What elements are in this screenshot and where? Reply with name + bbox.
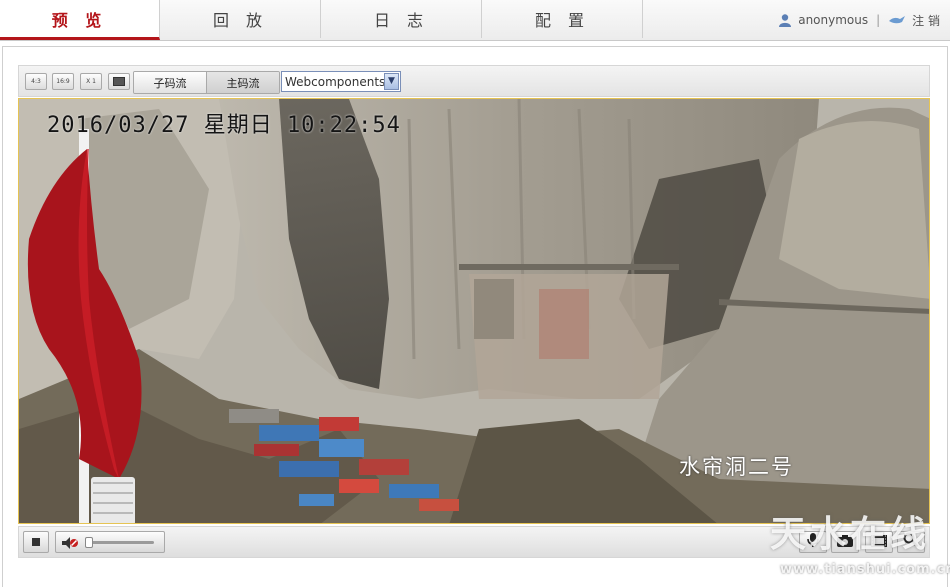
tab-log[interactable]: 日 志 [322, 0, 482, 38]
fullscreen-icon [113, 77, 125, 86]
stop-button[interactable] [23, 531, 49, 553]
stream-switch: 子码流 主码流 [133, 71, 280, 94]
user-separator: | [876, 13, 881, 27]
player-toolbar: 4:3 16:9 X 1 子码流 主码流 Webcomponents ▼ [18, 65, 930, 97]
tab-playback[interactable]: 回 放 [161, 0, 321, 38]
volume-slider-track[interactable] [86, 541, 154, 544]
stop-icon [32, 538, 40, 546]
tab-preview[interactable]: 预 览 [0, 0, 160, 40]
main-stream-button[interactable]: 主码流 [206, 72, 279, 93]
logout-link[interactable]: 注 销 [912, 12, 940, 29]
watermark-url: www.tianshui.com.cn [780, 562, 950, 577]
tab-config[interactable]: 配 置 [483, 0, 643, 38]
user-area: anonymous | 注 销 [778, 0, 940, 40]
osd-timestamp: 2016/03/27 星期日 10:22:54 [47, 113, 401, 138]
chevron-down-icon[interactable]: ▼ [384, 73, 399, 90]
plugin-select[interactable]: Webcomponents ▼ [281, 71, 401, 92]
fullscreen-button[interactable] [108, 73, 130, 90]
speaker-muted-icon[interactable] [61, 535, 79, 554]
ratio-original-button[interactable]: X 1 [80, 73, 102, 90]
ratio-4-3-button[interactable]: 4:3 [25, 73, 47, 90]
username-label: anonymous [798, 13, 869, 27]
ratio-16-9-button[interactable]: 16:9 [52, 73, 74, 90]
watermark-logo: 天水在线 [770, 514, 931, 555]
volume-control [55, 531, 165, 553]
volume-slider-thumb[interactable] [85, 537, 94, 548]
osd-channel-name: 水帘洞二号 [679, 455, 794, 479]
logout-icon[interactable] [888, 14, 906, 26]
live-video[interactable]: 2016/03/27 星期日 10:22:54 水帘洞二号 [18, 98, 930, 524]
sub-stream-button[interactable]: 子码流 [134, 72, 206, 93]
user-icon [778, 13, 792, 27]
top-nav: 预 览 回 放 日 志 配 置 anonymous | 注 销 [0, 0, 950, 41]
plugin-select-value: Webcomponents [285, 74, 386, 89]
